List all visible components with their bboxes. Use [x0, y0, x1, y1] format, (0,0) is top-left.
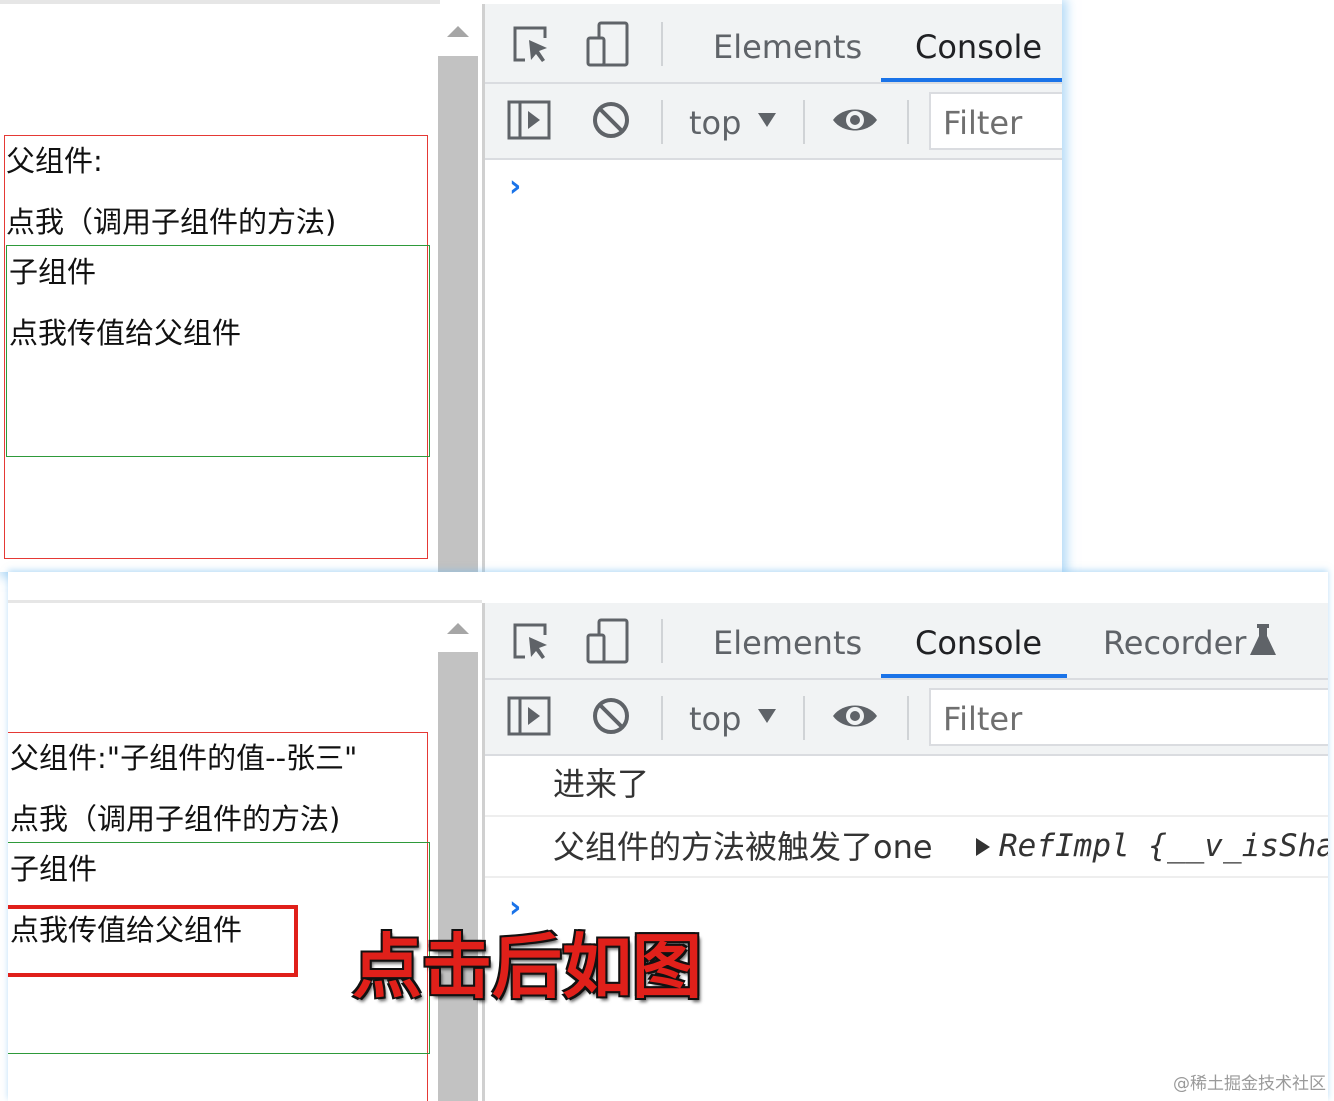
toolbar-separator [661, 619, 663, 663]
toolbar-separator [661, 696, 663, 740]
call-child-method-button[interactable]: 点我（调用子组件的方法) [10, 805, 340, 834]
scroll-up-arrow-icon[interactable] [447, 623, 469, 634]
toolbar-separator [803, 696, 805, 740]
page-viewport: 父组件:"子组件的值--张三" 点我（调用子组件的方法) 子组件 点我传值给父组… [8, 603, 436, 1101]
child-title: 子组件 [9, 255, 97, 289]
highlight-box [8, 905, 298, 977]
toolbar-separator [661, 100, 663, 144]
chevron-down-icon[interactable] [757, 708, 777, 724]
toolbar-separator [661, 22, 663, 66]
clear-console-icon[interactable] [591, 696, 631, 736]
child-title: 子组件 [10, 852, 98, 886]
flask-icon [1250, 624, 1276, 655]
tab-console[interactable]: Console [915, 627, 1042, 659]
screenshot-after: 父组件:"子组件的值--张三" 点我（调用子组件的方法) 子组件 点我传值给父组… [8, 572, 1328, 1101]
screenshot-before: 父组件: 点我（调用子组件的方法) 子组件 点我传值给父组件 Elements … [0, 0, 1062, 572]
toolbar-separator [803, 100, 805, 144]
inspect-element-icon[interactable] [511, 24, 553, 66]
toolbar-separator [907, 696, 909, 740]
sidebar-toggle-icon[interactable] [507, 100, 551, 140]
page-scrollbar[interactable] [436, 4, 480, 572]
live-expression-eye-icon[interactable] [831, 104, 879, 136]
scrollbar-thumb[interactable] [438, 56, 478, 572]
annotation-caption: 点击后如图 [352, 925, 702, 1008]
devtools-panel: Elements Console top Filter › [482, 4, 1062, 572]
device-toolbar-icon[interactable] [585, 20, 631, 68]
clear-console-icon[interactable] [591, 100, 631, 140]
call-child-method-button[interactable]: 点我（调用子组件的方法) [6, 208, 336, 237]
console-prompt-icon[interactable]: › [509, 893, 521, 923]
filter-placeholder: Filter [943, 700, 1023, 738]
devtools-tab-bar: Elements Console [485, 4, 1062, 84]
parent-text: 父组件:"子组件的值--张三" [10, 741, 358, 775]
filter-placeholder: Filter [943, 104, 1023, 142]
device-toolbar-icon[interactable] [585, 617, 631, 665]
log-object-preview[interactable]: RefImpl {__v_isSha [999, 831, 1328, 862]
active-tab-indicator [881, 674, 1067, 678]
toolbar-separator [907, 100, 909, 144]
filter-input[interactable]: Filter [929, 92, 1062, 150]
tab-elements[interactable]: Elements [713, 627, 862, 659]
console-toolbar: top Filter [485, 84, 1062, 160]
console-log-row: 进来了 [485, 756, 1328, 817]
sidebar-toggle-icon[interactable] [507, 696, 551, 736]
context-selector[interactable]: top [689, 107, 741, 139]
send-value-to-parent-button[interactable]: 点我传值给父组件 [9, 319, 241, 348]
scrollbar-thumb[interactable] [438, 652, 478, 1101]
tab-recorder[interactable]: Recorder [1103, 627, 1246, 659]
console-prompt-icon[interactable]: › [509, 172, 521, 202]
console-toolbar: top Filter [485, 680, 1328, 756]
log-message: 进来了 [553, 765, 650, 803]
page-scrollbar[interactable] [436, 603, 480, 1101]
page-viewport: 父组件: 点我（调用子组件的方法) 子组件 点我传值给父组件 [0, 4, 436, 572]
inspect-element-icon[interactable] [511, 621, 553, 663]
expand-triangle-icon[interactable] [975, 837, 991, 857]
tab-console[interactable]: Console [915, 31, 1042, 63]
context-selector[interactable]: top [689, 703, 741, 735]
console-log-row: 父组件的方法被触发了one RefImpl {__v_isSha [485, 817, 1328, 878]
live-expression-eye-icon[interactable] [831, 700, 879, 732]
parent-text: 父组件: [6, 144, 103, 178]
active-tab-indicator [881, 78, 1062, 82]
devtools-tab-bar: Elements Console Recorder [485, 603, 1328, 680]
watermark: @稀土掘金技术社区 [1173, 1074, 1326, 1094]
chevron-down-icon[interactable] [757, 112, 777, 128]
devtools-panel: Elements Console Recorder top Filter 进来了… [482, 603, 1328, 1101]
log-message: 父组件的方法被触发了one [553, 828, 933, 866]
scroll-up-arrow-icon[interactable] [447, 26, 469, 37]
filter-input[interactable]: Filter [929, 688, 1328, 746]
tab-elements[interactable]: Elements [713, 31, 862, 63]
